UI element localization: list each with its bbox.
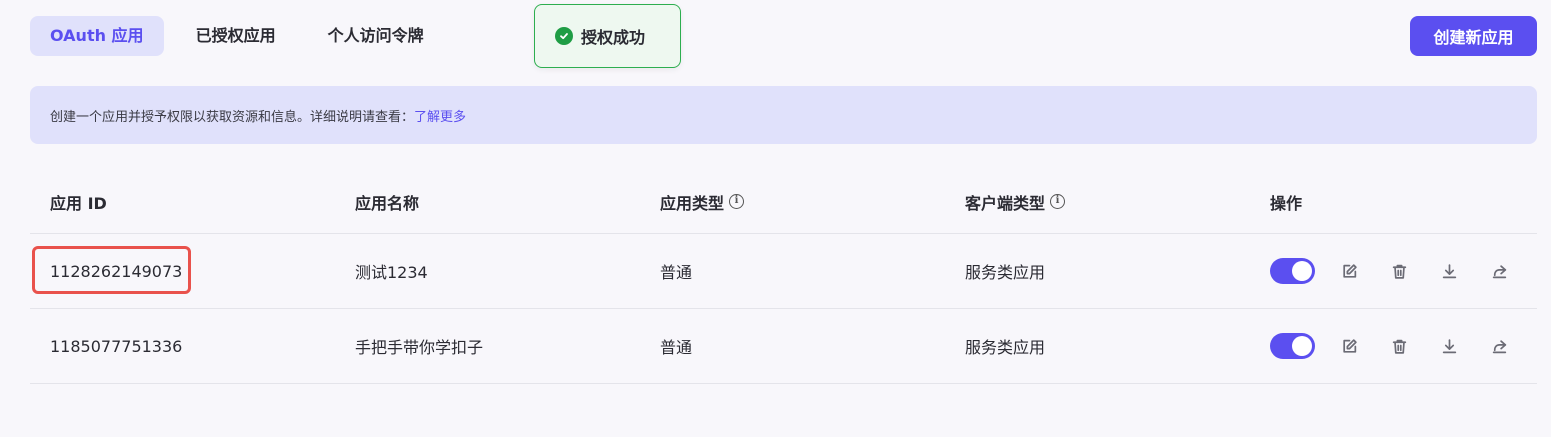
header-operations: 操作 — [1270, 193, 1303, 213]
table-header: 应用 ID 应用名称 应用类型 i 客户端类型 i 操作 — [30, 170, 1537, 234]
app-id: 1185077751336 — [50, 336, 183, 356]
learn-more-link[interactable]: 了解更多 — [414, 106, 466, 125]
header-app-type: 应用类型 i — [660, 170, 745, 233]
create-app-button[interactable]: 创建新应用 — [1410, 16, 1537, 56]
header-client-type-label: 客户端类型 — [965, 193, 1046, 213]
tab-personal-tokens[interactable]: 个人访问令牌 — [308, 16, 444, 56]
client-type: 服务类应用 — [965, 263, 1046, 282]
app-type: 普通 — [660, 338, 693, 357]
app-id: 1128262149073 — [50, 261, 183, 281]
app-name: 手把手带你学扣子 — [355, 338, 484, 357]
header-app-id: 应用 ID — [50, 193, 107, 213]
info-icon[interactable]: i — [1050, 194, 1066, 209]
header-client-type: 客户端类型 i — [965, 170, 1066, 233]
client-type: 服务类应用 — [965, 338, 1046, 357]
page: OAuth 应用 已授权应用 个人访问令牌 授权成功 创建新应用 创建一个应用并… — [0, 0, 1551, 437]
toast-message: 授权成功 — [581, 28, 646, 47]
tab-bar: OAuth 应用 已授权应用 个人访问令牌 — [30, 16, 456, 56]
app-type: 普通 — [660, 263, 693, 282]
success-toast: 授权成功 — [534, 4, 681, 68]
share-icon[interactable] — [1489, 336, 1509, 356]
tab-authorized-apps[interactable]: 已授权应用 — [176, 16, 296, 56]
enable-toggle[interactable] — [1270, 333, 1315, 359]
check-circle-icon — [555, 27, 573, 45]
table-row: 1128262149073 测试1234 普通 服务类应用 — [30, 234, 1537, 309]
apps-table: 应用 ID 应用名称 应用类型 i 客户端类型 i 操作 11282621490… — [30, 170, 1537, 384]
info-banner: 创建一个应用并授予权限以获取资源和信息。详细说明请查看： 了解更多 — [30, 86, 1537, 144]
row-actions — [1270, 309, 1539, 383]
tab-oauth-apps[interactable]: OAuth 应用 — [30, 16, 164, 56]
edit-icon[interactable] — [1339, 336, 1359, 356]
header-app-type-label: 应用类型 — [660, 193, 725, 213]
toggle-knob — [1292, 261, 1312, 281]
trash-icon[interactable] — [1389, 336, 1409, 356]
app-name: 测试1234 — [355, 263, 428, 282]
row-actions — [1270, 234, 1539, 308]
table-row: 1185077751336 手把手带你学扣子 普通 服务类应用 — [30, 309, 1537, 384]
edit-icon[interactable] — [1339, 261, 1359, 281]
share-icon[interactable] — [1489, 261, 1509, 281]
header-app-name: 应用名称 — [355, 193, 420, 213]
toggle-knob — [1292, 336, 1312, 356]
enable-toggle[interactable] — [1270, 258, 1315, 284]
trash-icon[interactable] — [1389, 261, 1409, 281]
download-icon[interactable] — [1439, 336, 1459, 356]
info-icon[interactable]: i — [729, 194, 745, 209]
banner-text: 创建一个应用并授予权限以获取资源和信息。详细说明请查看： — [50, 109, 415, 125]
download-icon[interactable] — [1439, 261, 1459, 281]
